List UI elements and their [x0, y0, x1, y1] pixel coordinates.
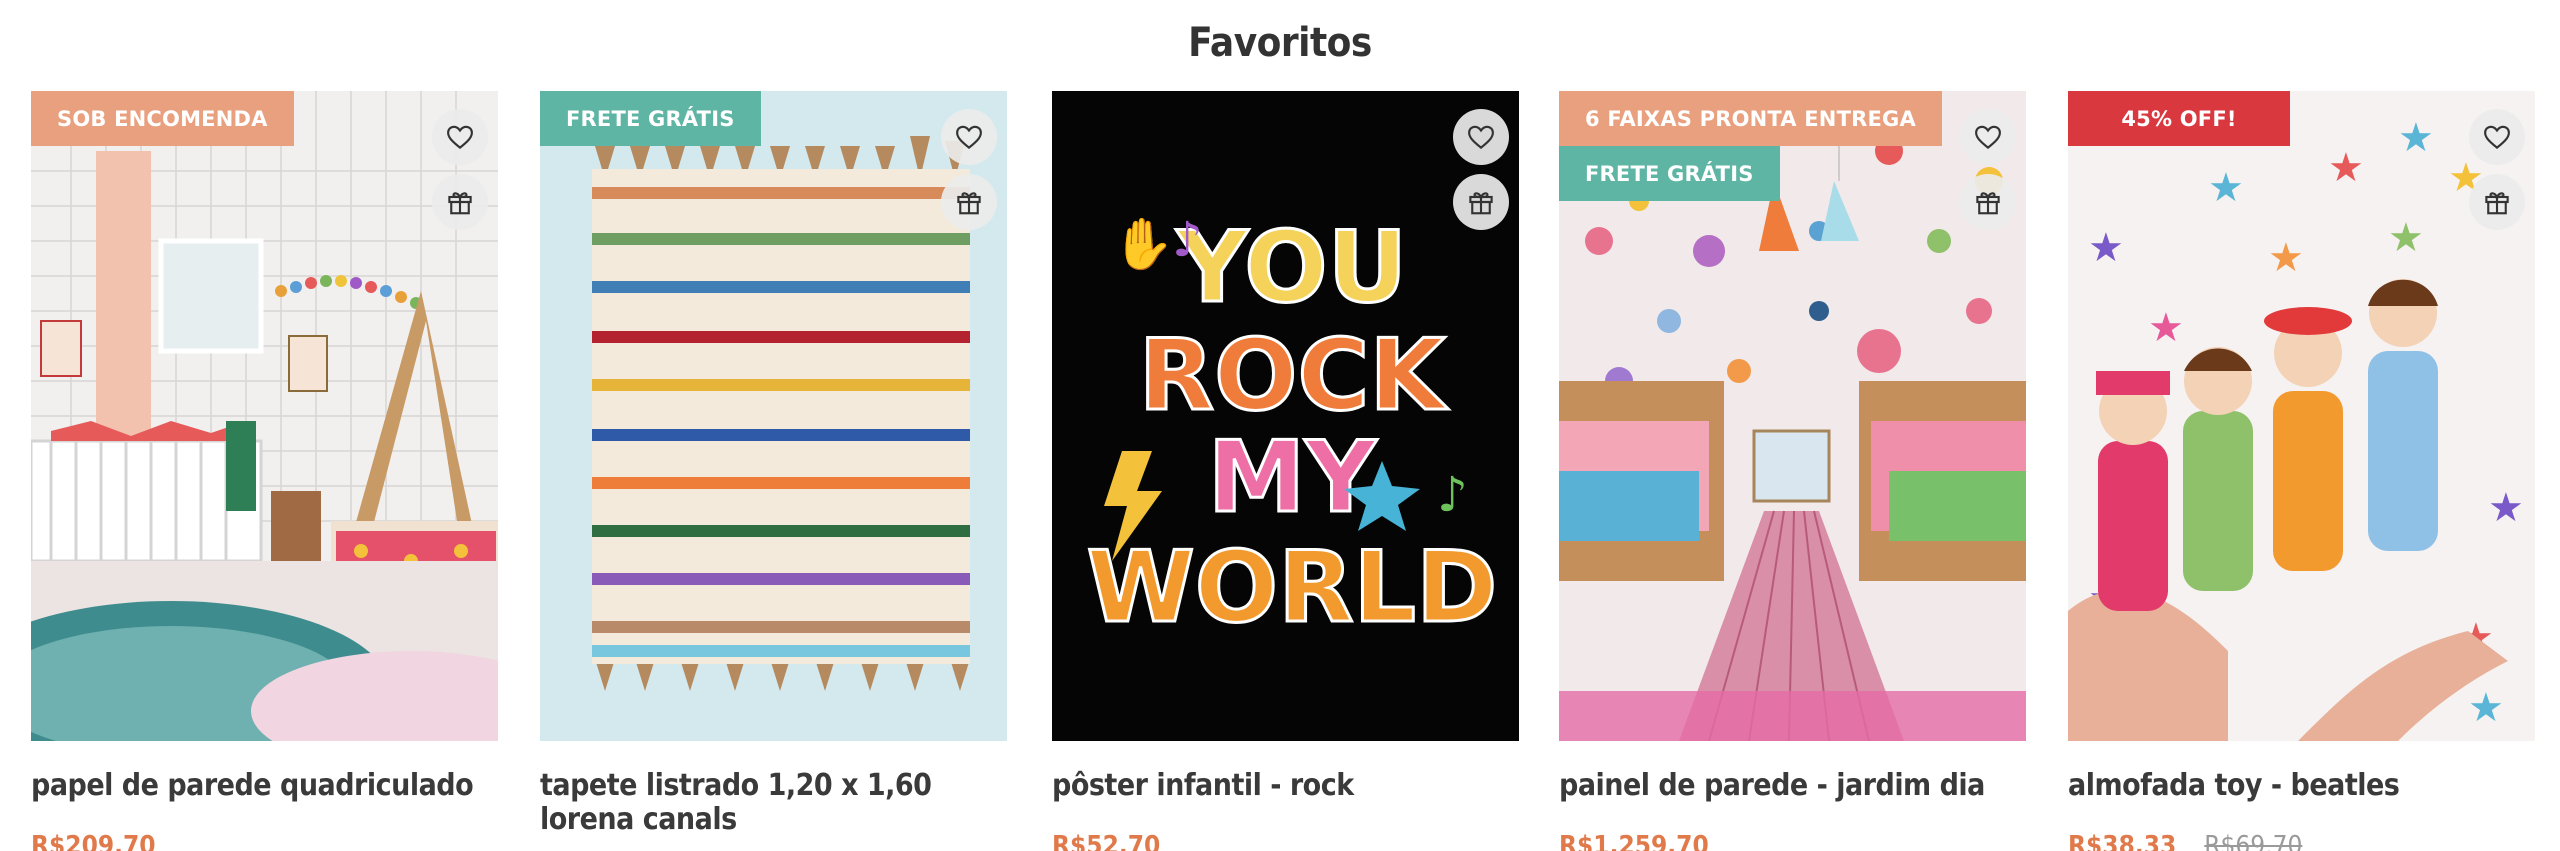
favorite-button[interactable] [1960, 109, 2016, 165]
product-name[interactable]: papel de parede quadriculado [31, 769, 498, 803]
favorite-button[interactable] [1453, 109, 1509, 165]
svg-text:★: ★ [2398, 115, 2434, 161]
svg-text:★: ★ [2388, 215, 2424, 261]
product-name[interactable]: pôster infantil - rock [1052, 769, 1519, 803]
product-card[interactable]: SOB ENCOMENDA papel de parede quadricula… [31, 91, 498, 851]
gift-button[interactable] [1960, 174, 2016, 230]
gift-button[interactable] [2469, 174, 2525, 230]
gift-button[interactable] [941, 174, 997, 230]
favorite-button[interactable] [941, 109, 997, 165]
product-price: R$52,70 [1052, 831, 1160, 851]
product-image[interactable]: YOU ROCK MY WORLD ✋ ♪ ♪ [1052, 91, 1519, 741]
badge-discount: 45% OFF! [2068, 91, 2290, 146]
heart-icon [1975, 125, 2001, 149]
svg-text:★: ★ [2328, 145, 2364, 191]
product-card[interactable]: FRETE GRÁTIS tapete listrado 1,20 x 1,60… [540, 91, 1007, 837]
badge-pronta-entrega: 6 FAIXAS PRONTA ENTREGA [1559, 91, 1942, 146]
gift-icon [957, 192, 981, 215]
product-image[interactable]: FRETE GRÁTIS [540, 91, 1007, 741]
product-price: R$209,70 [31, 831, 156, 851]
product-photo: YOU ROCK MY WORLD ✋ ♪ ♪ [1052, 91, 1519, 741]
svg-text:★: ★ [2468, 685, 2504, 731]
svg-text:✋: ✋ [1112, 215, 1174, 273]
gift-button[interactable] [432, 174, 488, 230]
current-price: R$1.259,70 [1559, 831, 1709, 851]
heart-icon [2484, 125, 2510, 149]
current-price: R$38,33 [2068, 831, 2177, 851]
heart-icon [447, 125, 473, 149]
product-photo [540, 91, 1007, 741]
product-image[interactable]: SOB ENCOMENDA [31, 91, 498, 741]
product-image[interactable]: 6 FAIXAS PRONTA ENTREGA FRETE GRÁTIS [1559, 91, 2026, 741]
product-image[interactable]: ★★ ★★ ★★ ★★ ★★ ★★ ★★ [2068, 91, 2535, 741]
svg-text:★: ★ [2488, 485, 2524, 531]
svg-text:♪: ♪ [1172, 212, 1203, 268]
gift-icon [1469, 192, 1493, 215]
svg-text:★: ★ [2268, 235, 2304, 281]
heart-icon [1468, 125, 1494, 149]
section-title: Favoritos [1188, 20, 1372, 66]
heart-icon [956, 125, 982, 149]
product-photo [31, 91, 498, 741]
gift-icon [1976, 192, 2000, 215]
svg-text:★: ★ [2148, 305, 2184, 351]
art-text-you: YOU [1176, 211, 1407, 325]
gift-icon [448, 192, 472, 215]
product-price: R$38,33 R$69,70 [2068, 831, 2302, 851]
current-price: R$209,70 [31, 831, 156, 851]
gift-icon [2485, 192, 2509, 215]
product-name[interactable]: almofada toy - beatles [2068, 769, 2535, 803]
art-text-my: MY [1208, 421, 1378, 535]
gift-button[interactable] [1453, 174, 1509, 230]
product-card[interactable]: ★★ ★★ ★★ ★★ ★★ ★★ ★★ [2068, 91, 2535, 851]
badge-frete-gratis: FRETE GRÁTIS [1559, 146, 1780, 201]
art-text-world: WORLD [1087, 531, 1498, 645]
badge-frete-gratis: FRETE GRÁTIS [540, 91, 761, 146]
favorite-button[interactable] [2469, 109, 2525, 165]
badge-sob-encomenda: SOB ENCOMENDA [31, 91, 294, 146]
product-card[interactable]: 6 FAIXAS PRONTA ENTREGA FRETE GRÁTIS pai… [1559, 91, 2026, 851]
old-price: R$69,70 [2204, 831, 2303, 851]
favorite-button[interactable] [432, 109, 488, 165]
svg-text:★: ★ [2208, 165, 2244, 211]
svg-text:★: ★ [2088, 225, 2124, 271]
svg-text:♪: ♪ [1437, 467, 1468, 523]
product-name[interactable]: tapete listrado 1,20 x 1,60 lorena canal… [540, 769, 1007, 837]
product-name[interactable]: painel de parede - jardim dia [1559, 769, 2026, 803]
current-price: R$52,70 [1052, 831, 1161, 851]
art-text-rock: ROCK [1139, 319, 1449, 433]
product-photo: ★★ ★★ ★★ ★★ ★★ ★★ ★★ [2068, 91, 2535, 741]
product-card[interactable]: YOU ROCK MY WORLD ✋ ♪ ♪ pôster infantil … [1052, 91, 1519, 851]
product-price: R$1.259,70 [1559, 831, 1709, 851]
